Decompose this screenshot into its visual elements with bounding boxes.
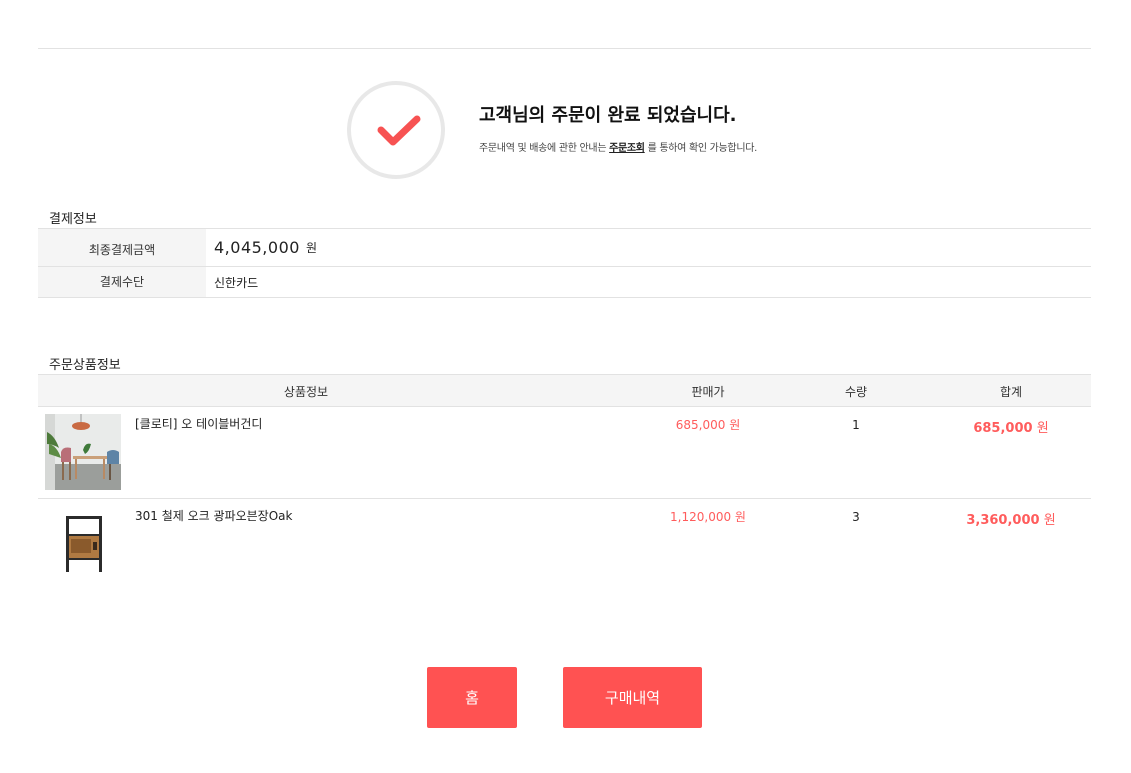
product-price: 685,000 원 [675, 418, 741, 432]
final-amount-label: 최종결제금액 [38, 229, 206, 266]
order-lookup-link[interactable]: 주문조회 [609, 143, 645, 154]
product-price: 1,120,000 원 [670, 510, 746, 524]
product-total-number: 685,000 [973, 421, 1033, 436]
order-complete-check-icon [347, 81, 445, 179]
purchase-history-button[interactable]: 구매내역 [563, 667, 702, 728]
payment-method-label: 결제수단 [38, 267, 206, 297]
payment-info-table: 최종결제금액 4,045,000 원 결제수단 신한카드 [38, 228, 1091, 298]
order-table-header: 상품정보 판매가 수량 합계 [38, 374, 1091, 407]
column-header-quantity: 수량 [844, 385, 868, 399]
description-text-before: 주문내역 및 배송에 관한 안내는 [479, 143, 610, 154]
column-header-price: 판매가 [691, 385, 725, 399]
final-amount-value: 4,045,000 원 [206, 229, 317, 266]
table-row: 301 철제 오크 광파오븐장Oak 1,120,000 원 3 3,360,0… [38, 499, 1091, 584]
product-total-unit: 원 [1036, 421, 1049, 436]
description-text-after: 를 통하여 확인 가능합니다. [644, 143, 758, 154]
product-name[interactable]: 301 철제 오크 광파오븐장Oak [135, 507, 292, 524]
product-name[interactable]: [클로티] 오 테이블버건디 [135, 415, 262, 432]
final-amount-number: 4,045,000 [214, 238, 300, 257]
top-divider [38, 48, 1091, 49]
home-button[interactable]: 홈 [427, 667, 517, 728]
order-complete-title: 고객님의 주문이 완료 되었습니다. [479, 105, 737, 126]
product-quantity: 3 [852, 510, 860, 524]
final-amount-row: 최종결제금액 4,045,000 원 [38, 228, 1091, 266]
column-header-total: 합계 [999, 385, 1023, 399]
product-quantity: 1 [852, 418, 860, 432]
product-total: 3,360,000 원 [966, 509, 1055, 528]
payment-method-value: 신한카드 [214, 275, 259, 290]
product-thumbnail-cabinet[interactable] [45, 504, 121, 580]
payment-info-title: 결제정보 [49, 212, 97, 227]
payment-method-row: 결제수단 신한카드 [38, 266, 1091, 298]
product-total-unit: 원 [1043, 513, 1056, 528]
product-thumbnail-table[interactable] [45, 414, 121, 490]
table-row: [클로티] 오 테이블버건디 685,000 원 1 685,000 원 [38, 407, 1091, 499]
final-amount-unit: 원 [305, 241, 317, 255]
order-complete-description: 주문내역 및 배송에 관한 안내는 주문조회 를 통하여 확인 가능합니다. [479, 139, 757, 154]
product-total: 685,000 원 [973, 417, 1048, 436]
column-header-product: 상품정보 [283, 385, 329, 399]
order-products-table: 상품정보 판매가 수량 합계 [클로티] 오 테이블버건디 685,000 원 … [38, 374, 1091, 584]
order-products-title: 주문상품정보 [49, 358, 121, 373]
product-total-number: 3,360,000 [966, 513, 1040, 528]
